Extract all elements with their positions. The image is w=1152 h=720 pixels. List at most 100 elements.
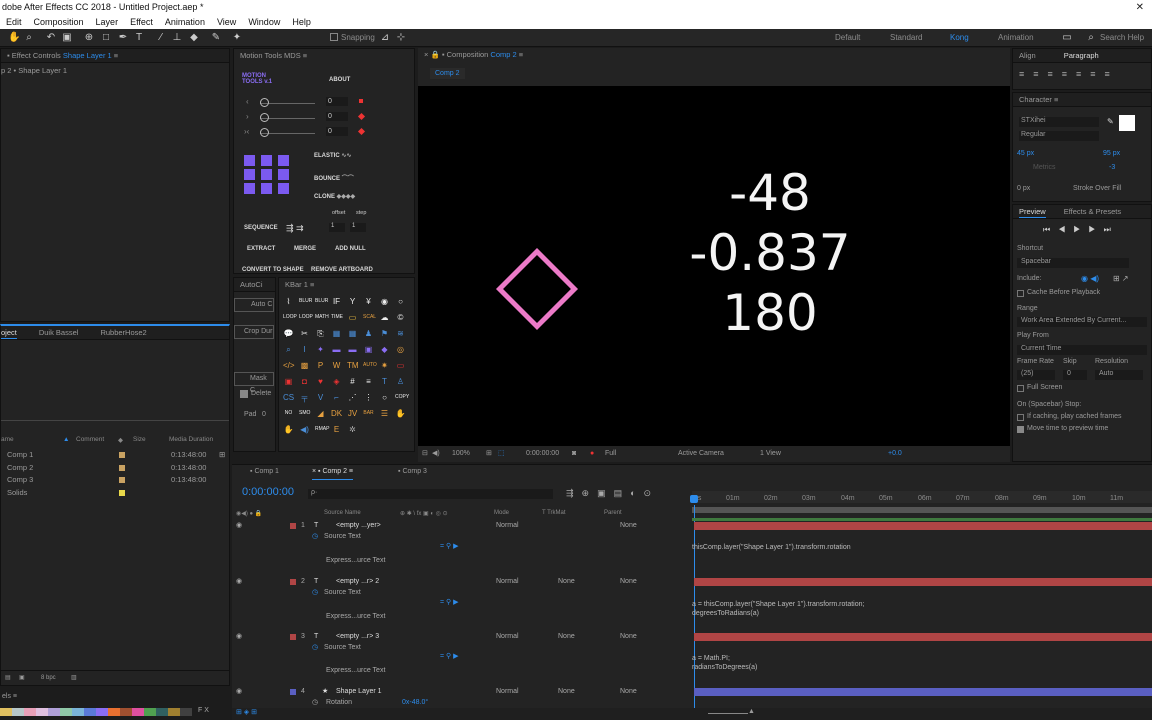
swatch[interactable] bbox=[180, 708, 192, 716]
if-caching-checkbox[interactable] bbox=[1017, 414, 1024, 421]
expression-controls-icon[interactable]: = ⚲ ▶ bbox=[440, 597, 459, 609]
col-source-name[interactable]: Source Name bbox=[324, 510, 361, 516]
kbar-copyright-icon[interactable]: © bbox=[395, 312, 406, 323]
clone-button[interactable]: CLONE ◆◆◆◆ bbox=[314, 193, 355, 200]
swatch[interactable] bbox=[144, 708, 156, 716]
font-size-value[interactable]: 45 px bbox=[1017, 150, 1034, 157]
camera-dropdown[interactable]: Active Camera bbox=[678, 447, 724, 461]
kbar-p-icon[interactable]: P bbox=[315, 360, 326, 371]
kbar-auto-icon[interactable]: AUTO bbox=[363, 360, 377, 371]
fill-color-swatch[interactable] bbox=[1119, 115, 1135, 131]
value-text-1[interactable]: -48 bbox=[670, 166, 870, 226]
kbar-puzzle-icon[interactable]: ✦ bbox=[315, 344, 326, 355]
list-item[interactable]: Comp 2 0:13:48:00 bbox=[1, 463, 229, 476]
kbar-hash-icon[interactable]: # bbox=[347, 376, 358, 387]
anchor-tr[interactable] bbox=[278, 155, 289, 166]
kbar-yen-icon[interactable]: ¥ bbox=[363, 296, 374, 307]
full-screen-checkbox[interactable] bbox=[1017, 385, 1024, 392]
layer-bar[interactable] bbox=[694, 522, 1152, 530]
kbar-glass-icon[interactable]: Y bbox=[347, 296, 358, 307]
kbar-rect-icon[interactable]: ▭ bbox=[395, 360, 406, 371]
slider-value[interactable]: 0 bbox=[326, 112, 348, 121]
anchor-tl[interactable] bbox=[244, 155, 255, 166]
kbar-box3-icon[interactable]: ▣ bbox=[363, 344, 374, 355]
kbar-pin-icon[interactable]: ✋ bbox=[395, 408, 406, 419]
roto-brush-tool-icon[interactable]: ✎ bbox=[211, 33, 221, 43]
list-item[interactable]: Comp 3 0:13:48:00 bbox=[1, 475, 229, 488]
kbar-arrow-icon[interactable]: ◢ bbox=[315, 408, 326, 419]
timeline-search-input[interactable]: ρ· bbox=[308, 489, 553, 499]
kbar-target-icon[interactable]: ◉ bbox=[379, 296, 390, 307]
close-icon[interactable]: ✕ bbox=[1136, 0, 1144, 15]
expression-controls-icon[interactable]: = ⚲ ▶ bbox=[440, 651, 459, 663]
workspace-default[interactable]: Default bbox=[835, 33, 860, 42]
menu-composition[interactable]: Composition bbox=[34, 15, 84, 29]
col-parent[interactable]: Parent bbox=[604, 510, 622, 516]
eyedropper-icon[interactable]: ✎ bbox=[1107, 117, 1114, 126]
zoom-tool-icon[interactable]: ⌕ bbox=[24, 33, 34, 43]
slider-thumb[interactable] bbox=[260, 98, 269, 107]
menu-help[interactable]: Help bbox=[292, 15, 311, 29]
menu-window[interactable]: Window bbox=[248, 15, 280, 29]
zoom-slider[interactable] bbox=[708, 713, 748, 714]
expression-code[interactable]: thisComp.layer("Shape Layer 1").transfor… bbox=[692, 544, 851, 551]
about-button[interactable]: ABOUT bbox=[329, 77, 350, 83]
kbar-heart-icon[interactable]: ♥ bbox=[315, 376, 326, 387]
fx-buttons[interactable]: F X bbox=[198, 707, 209, 714]
snapshot-icon[interactable]: ◙ bbox=[572, 447, 576, 461]
stroke-width-value[interactable]: 0 px bbox=[1017, 185, 1030, 192]
autocrop-tab[interactable]: AutoCi bbox=[234, 278, 275, 292]
anchor-bc[interactable] bbox=[261, 183, 272, 194]
kbar-code-icon[interactable]: </> bbox=[283, 360, 295, 371]
type-tool-icon[interactable]: T bbox=[134, 33, 144, 43]
swatch[interactable] bbox=[168, 708, 180, 716]
kbar-circle-icon[interactable]: ○ bbox=[395, 296, 406, 307]
stopwatch-icon[interactable]: ◷ bbox=[312, 531, 318, 543]
swatch[interactable] bbox=[60, 708, 72, 716]
kbar-cloud-icon[interactable]: ☁ bbox=[379, 312, 390, 323]
kbar-search-icon[interactable]: ⌕ bbox=[283, 344, 294, 355]
swatch[interactable] bbox=[108, 708, 120, 716]
snapping-checkbox[interactable] bbox=[330, 33, 338, 41]
kbar-ring-icon[interactable]: ◎ bbox=[395, 344, 406, 355]
anchor-tc[interactable] bbox=[261, 155, 272, 166]
kbar-scale-icon[interactable]: SCAL bbox=[363, 312, 376, 323]
tab-paragraph[interactable]: Paragraph bbox=[1064, 49, 1099, 62]
kbar-flag-icon[interactable]: ⚑ bbox=[379, 328, 390, 339]
slider-thumb[interactable] bbox=[260, 113, 269, 122]
swatch[interactable] bbox=[48, 708, 60, 716]
menu-edit[interactable]: Edit bbox=[6, 15, 22, 29]
interpret-footage-icon[interactable]: ▤ bbox=[5, 671, 11, 685]
timeline-switches-icons[interactable]: ⇶⊕▣▤◐⊙ bbox=[566, 488, 659, 499]
value-text-2[interactable]: -0.837 bbox=[670, 226, 870, 286]
kbar-dash-icon[interactable]: ╤ bbox=[299, 392, 310, 403]
clone-stamp-tool-icon[interactable]: ⊥ bbox=[172, 33, 182, 43]
sync-icon[interactable]: ▭ bbox=[1062, 33, 1072, 43]
kbar-figure-icon[interactable]: ♙ bbox=[395, 376, 406, 387]
puppet-tool-icon[interactable]: ✦ bbox=[232, 33, 242, 43]
kbar-tag-icon[interactable]: ◆ bbox=[379, 344, 390, 355]
kbar-bracket-icon[interactable]: ⌐ bbox=[331, 392, 342, 403]
motion-tools-tab[interactable]: Motion Tools MDS ≡ bbox=[234, 49, 414, 63]
skip-dropdown[interactable]: 0 bbox=[1063, 370, 1087, 380]
new-folder-icon[interactable]: ▣ bbox=[19, 671, 25, 685]
sequence-direction-icon[interactable]: ⇶ ⇉ bbox=[286, 223, 304, 234]
label-color[interactable] bbox=[290, 523, 296, 529]
grid-toggle-icon[interactable]: ⊞ bbox=[486, 447, 492, 461]
col-name[interactable]: ame bbox=[1, 436, 14, 443]
range-dropdown[interactable]: Work Area Extended By Current... bbox=[1017, 317, 1147, 327]
tab-duik-bassel[interactable]: Duik Bassel bbox=[39, 326, 79, 339]
workspace-animation[interactable]: Animation bbox=[998, 33, 1034, 42]
list-item[interactable]: Solids bbox=[1, 488, 229, 501]
frame-rate-dropdown[interactable]: (25) bbox=[1017, 370, 1055, 380]
alignment-buttons[interactable]: ≡≡≡≡≡≡≡ bbox=[1013, 63, 1151, 85]
swatch[interactable] bbox=[24, 708, 36, 716]
kbar-gear-icon[interactable]: ✲ bbox=[347, 424, 358, 435]
always-preview-icon[interactable]: ⊟ bbox=[422, 447, 428, 461]
col-size[interactable]: Size bbox=[133, 436, 146, 443]
kbar-loop2-icon[interactable]: LOOP bbox=[299, 312, 313, 323]
tracking-value[interactable]: -3 bbox=[1109, 164, 1115, 171]
kbar-chat-icon[interactable]: 💬 bbox=[283, 328, 294, 339]
col-duration[interactable]: Media Duration bbox=[169, 436, 213, 443]
swatch[interactable] bbox=[132, 708, 144, 716]
